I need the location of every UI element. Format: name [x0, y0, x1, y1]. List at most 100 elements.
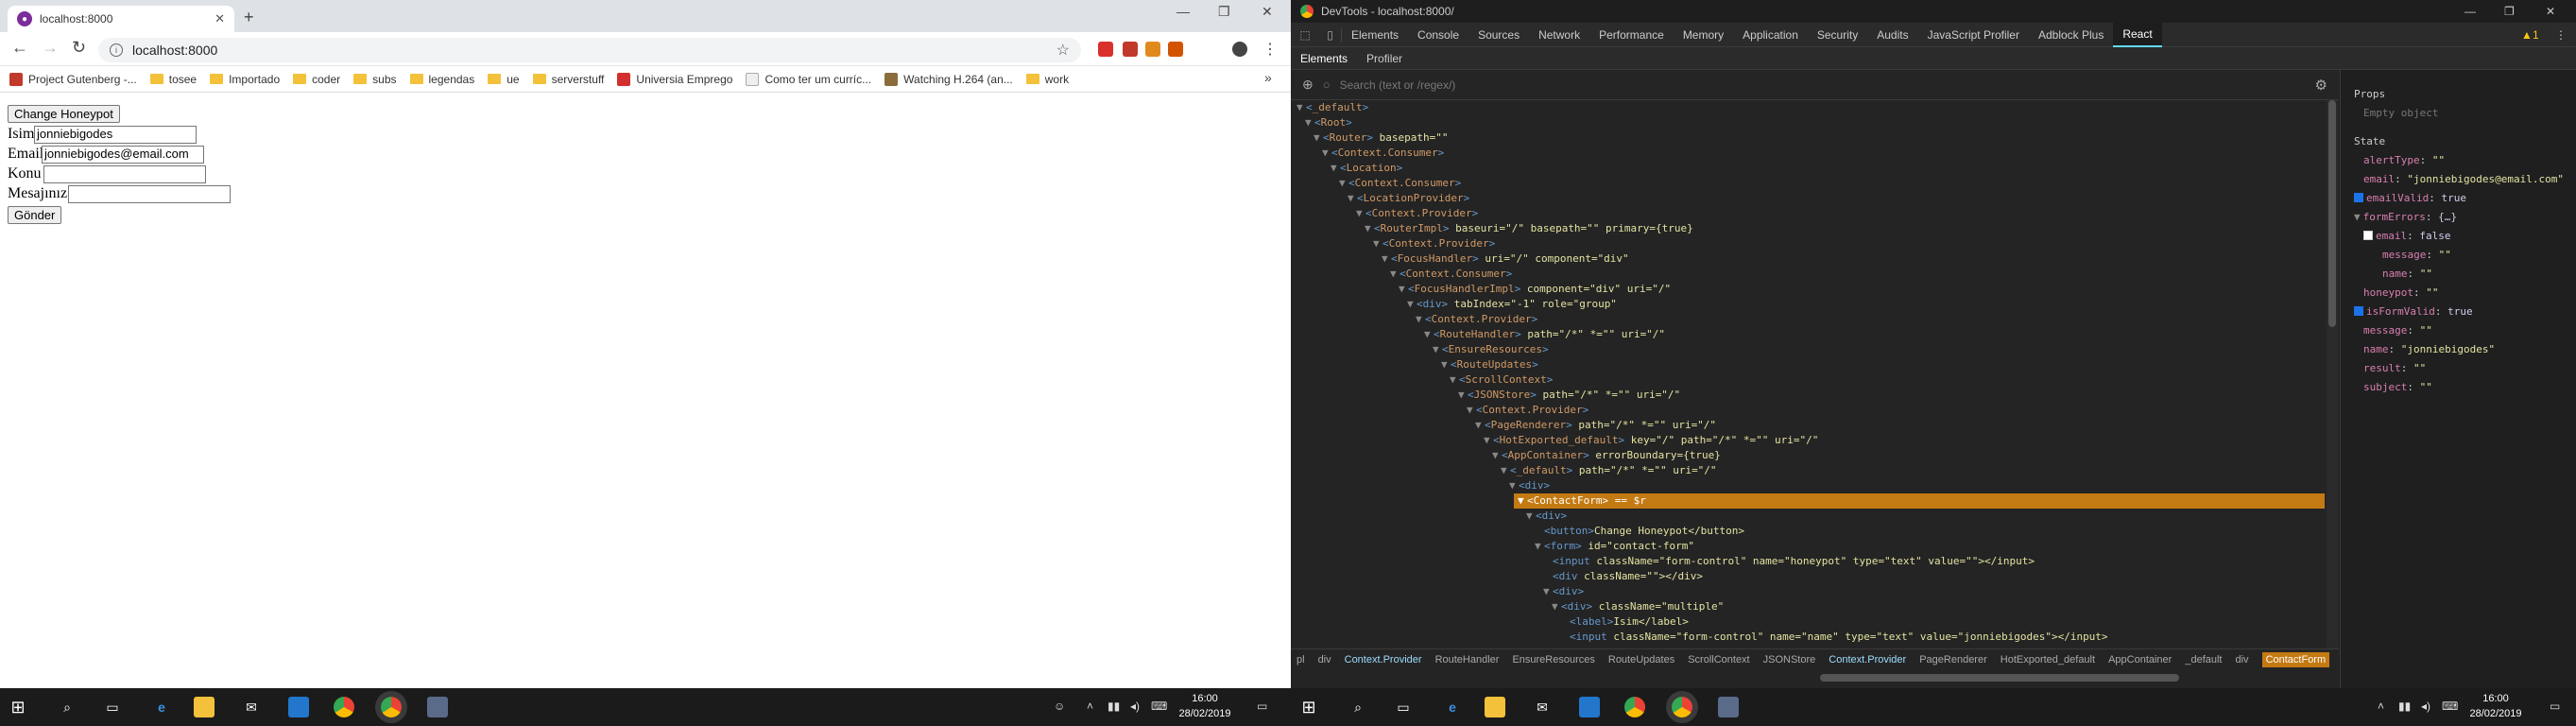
breadcrumb-item[interactable]: RouteUpdates — [1608, 654, 1674, 666]
task-view-icon[interactable]: ▭ — [1393, 697, 1414, 717]
tab-security[interactable]: Security — [1808, 23, 1867, 47]
browser-tab[interactable]: ● localhost:8000 ✕ — [8, 6, 234, 32]
close-tab-icon[interactable]: ✕ — [215, 11, 225, 26]
tab-performance[interactable]: Performance — [1589, 23, 1674, 47]
breadcrumb-item[interactable]: div — [1318, 654, 1331, 666]
expand-arrow-icon[interactable]: ▼ — [1399, 282, 1408, 297]
state-row[interactable]: email: "jonniebigodes@email.com" — [2354, 170, 2576, 189]
state-row[interactable]: ▼ formErrors: {…} — [2354, 208, 2576, 227]
tab-network[interactable]: Network — [1529, 23, 1589, 47]
menu-dots-icon[interactable]: ⋮ — [1262, 40, 1278, 59]
tree-row[interactable]: ▼ <RouterImpl> baseuri="/" basepath="" pr… — [1291, 221, 2325, 236]
chrome-icon[interactable] — [1624, 697, 1645, 717]
vscode-icon[interactable] — [288, 697, 309, 717]
expand-arrow-icon[interactable]: ▼ — [1526, 509, 1536, 524]
new-tab-button[interactable]: + — [244, 8, 254, 27]
mail-icon[interactable]: ✉ — [1532, 697, 1553, 717]
tree-row[interactable]: ▼ <_default> — [1291, 100, 2325, 115]
search-input[interactable]: Search (text or /regex/) — [1340, 78, 2306, 92]
tree-row[interactable]: <input className="form-control" name="ho… — [1291, 554, 2325, 569]
expand-arrow-icon[interactable]: ▼ — [1501, 463, 1510, 478]
bookmark-folder[interactable]: Importado — [210, 73, 280, 86]
tree-row[interactable]: ▼ <HotExported_default> key="/" path="/*"… — [1291, 433, 2325, 448]
expand-arrow-icon[interactable]: ▼ — [1305, 115, 1314, 130]
tree-row[interactable]: ▼ <JSONStore> path="/*" *="" uri="/" — [1291, 388, 2325, 403]
tree-row[interactable]: ▼ <Location> — [1291, 161, 2325, 176]
maximize-button[interactable]: ❐ — [1218, 4, 1230, 20]
search-icon[interactable]: ⌕ — [1348, 697, 1368, 717]
taskbar-clock[interactable]: 16:00 28/02/2019 — [1172, 691, 1238, 721]
expand-arrow-icon[interactable]: ▼ — [1356, 206, 1365, 221]
breadcrumb-item[interactable]: pl — [1297, 654, 1305, 666]
breadcrumb-item[interactable]: _default — [2185, 654, 2222, 666]
extension-icon[interactable] — [1123, 42, 1138, 57]
state-row[interactable]: subject: "" — [2354, 378, 2576, 397]
expand-arrow-icon[interactable]: ▼ — [1467, 403, 1476, 418]
expand-arrow-icon[interactable]: ▼ — [1365, 221, 1374, 236]
tab-sources[interactable]: Sources — [1468, 23, 1529, 47]
scrollbar-thumb[interactable] — [1820, 674, 2179, 682]
breadcrumb-item[interactable]: JSONStore — [1763, 654, 1816, 666]
chrome-icon[interactable] — [334, 697, 354, 717]
bookmark-folder[interactable]: serverstuff — [532, 73, 604, 86]
info-icon[interactable]: i — [110, 43, 123, 57]
expand-arrow-icon[interactable]: ▼ — [1492, 448, 1502, 463]
url-text[interactable]: localhost:8000 — [132, 43, 1047, 58]
expand-arrow-icon[interactable]: ▼ — [1484, 433, 1493, 448]
bookmark-item[interactable]: Universia Emprego — [617, 72, 732, 86]
bookmark-folder[interactable]: coder — [293, 73, 340, 86]
tree-row[interactable]: ▼ <Root> — [1291, 115, 2325, 130]
tab-elements[interactable]: Elements — [1342, 23, 1408, 47]
tree-horizontal-scrollbar[interactable] — [1291, 669, 2339, 688]
expand-arrow-icon[interactable]: ▼ — [2354, 211, 2361, 223]
tree-row[interactable]: ▼ <LocationProvider> — [1291, 191, 2325, 206]
expand-arrow-icon[interactable]: ▼ — [1552, 599, 1561, 614]
windows-start-icon[interactable]: ⊞ — [1298, 697, 1319, 717]
bookmark-folder[interactable]: ue — [488, 73, 520, 86]
tree-row[interactable]: ▼ <div> className="multiple" — [1291, 599, 2325, 614]
tree-row[interactable]: <button>Change Honeypot</button> — [1291, 524, 2325, 539]
boolean-checkbox[interactable] — [2354, 193, 2363, 202]
inspect-element-icon[interactable]: ⬚ — [1291, 28, 1319, 42]
bookmark-item[interactable]: Como ter um curríc... — [746, 72, 871, 86]
breadcrumb-item[interactable]: ScrollContext — [1688, 654, 1749, 666]
scrollbar-thumb[interactable] — [2328, 100, 2336, 327]
close-window-button[interactable]: ✕ — [1262, 4, 1273, 20]
tree-row[interactable]: ▼ <RouteHandler> path="/*" *="" uri="/" — [1291, 327, 2325, 342]
chrome-active-icon[interactable] — [1672, 697, 1692, 717]
tree-vertical-scrollbar[interactable] — [2327, 100, 2338, 648]
state-row[interactable]: honeypot: "" — [2354, 284, 2576, 302]
tree-row[interactable]: ▼ <form> id="contact-form" — [1291, 539, 2325, 554]
tree-row[interactable]: ▼ <EnsureResources> — [1291, 342, 2325, 357]
subtab-profiler[interactable]: Profiler — [1357, 46, 1412, 71]
expand-arrow-icon[interactable]: ▼ — [1416, 312, 1425, 327]
volume-icon[interactable]: ◂) — [1130, 700, 1140, 713]
network-icon[interactable]: ▮▮ — [1108, 700, 1120, 713]
app-icon[interactable] — [427, 697, 448, 717]
expand-arrow-icon[interactable]: ▼ — [1373, 236, 1382, 251]
tree-row[interactable]: ▼ <PageRenderer> path="/*" *="" uri="/" — [1291, 418, 2325, 433]
device-toolbar-icon[interactable]: ▯ — [1319, 27, 1342, 42]
more-bookmarks-chevron-icon[interactable]: » — [1264, 70, 1272, 85]
tree-row[interactable]: ▼ <div> tabIndex="-1" role="group" — [1291, 297, 2325, 312]
breadcrumb-item[interactable]: EnsureResources — [1512, 654, 1594, 666]
tree-row[interactable]: ▼ <AppContainer> errorBoundary={true} — [1291, 448, 2325, 463]
expand-arrow-icon[interactable]: ▼ — [1407, 297, 1417, 312]
breadcrumb-item[interactable]: Context.Provider — [1829, 654, 1906, 666]
state-row[interactable]: isFormValid: true — [2354, 302, 2576, 321]
extension-icon[interactable] — [1168, 42, 1183, 57]
bookmark-item[interactable]: Project Gutenberg -... — [9, 72, 137, 86]
expand-arrow-icon[interactable]: ▼ — [1518, 493, 1527, 509]
minimize-button[interactable]: — — [1176, 4, 1190, 19]
state-row[interactable]: email: false — [2354, 227, 2576, 246]
breadcrumb-item[interactable]: Context.Provider — [1345, 654, 1422, 666]
expand-arrow-icon[interactable]: ▼ — [1450, 372, 1459, 388]
tab-memory[interactable]: Memory — [1674, 23, 1733, 47]
forward-arrow-icon[interactable]: → — [42, 38, 59, 58]
breadcrumb-item-selected[interactable]: ContactForm — [2261, 651, 2330, 667]
tray-chevron-icon[interactable]: ˄ — [1087, 700, 1093, 713]
bookmark-folder[interactable]: subs — [353, 73, 397, 86]
change-honeypot-button[interactable]: Change Honeypot — [8, 105, 120, 123]
adblock-extension-icon[interactable] — [1098, 42, 1113, 57]
expand-arrow-icon[interactable]: ▼ — [1475, 418, 1485, 433]
